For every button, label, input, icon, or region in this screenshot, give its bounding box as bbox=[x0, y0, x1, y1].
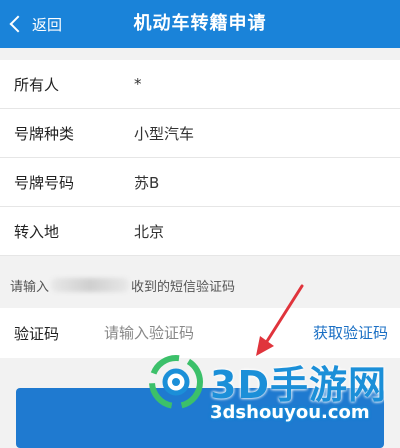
owner-label: 所有人 bbox=[14, 75, 60, 94]
verification-code-label: 验证码 bbox=[14, 324, 60, 343]
verification-code-input[interactable] bbox=[102, 323, 266, 343]
destination-value: 北京 bbox=[134, 222, 165, 241]
sms-hint-prefix: 请输入 bbox=[10, 279, 50, 295]
plate-type-row: 号牌种类 小型汽车 bbox=[0, 109, 400, 158]
destination-row: 转入地 北京 bbox=[0, 207, 400, 256]
owner-value: * bbox=[134, 75, 142, 93]
sms-hint: 请输入 收到的短信验证码 bbox=[0, 262, 400, 308]
vehicle-info-form: 所有人 * 号牌种类 小型汽车 号牌号码 苏B 转入地 北京 bbox=[0, 60, 400, 256]
page-title: 机动车转籍申请 bbox=[133, 13, 267, 34]
verification-code-row: 验证码 获取验证码 bbox=[0, 308, 400, 358]
nav-bar: 返回 机动车转籍申请 bbox=[0, 0, 400, 48]
destination-label: 转入地 bbox=[14, 222, 60, 241]
sms-hint-suffix: 收到的短信验证码 bbox=[131, 279, 236, 295]
owner-row: 所有人 * bbox=[0, 60, 400, 109]
get-code-button[interactable]: 获取验证码 bbox=[313, 308, 388, 358]
masked-phone-number bbox=[51, 278, 130, 292]
plate-number-label: 号牌号码 bbox=[14, 173, 75, 192]
plate-type-label: 号牌种类 bbox=[14, 124, 75, 143]
plate-number-value: 苏B bbox=[134, 173, 160, 192]
submit-button[interactable] bbox=[16, 388, 384, 448]
plate-type-value: 小型汽车 bbox=[134, 124, 195, 143]
plate-number-row: 号牌号码 苏B bbox=[0, 158, 400, 207]
